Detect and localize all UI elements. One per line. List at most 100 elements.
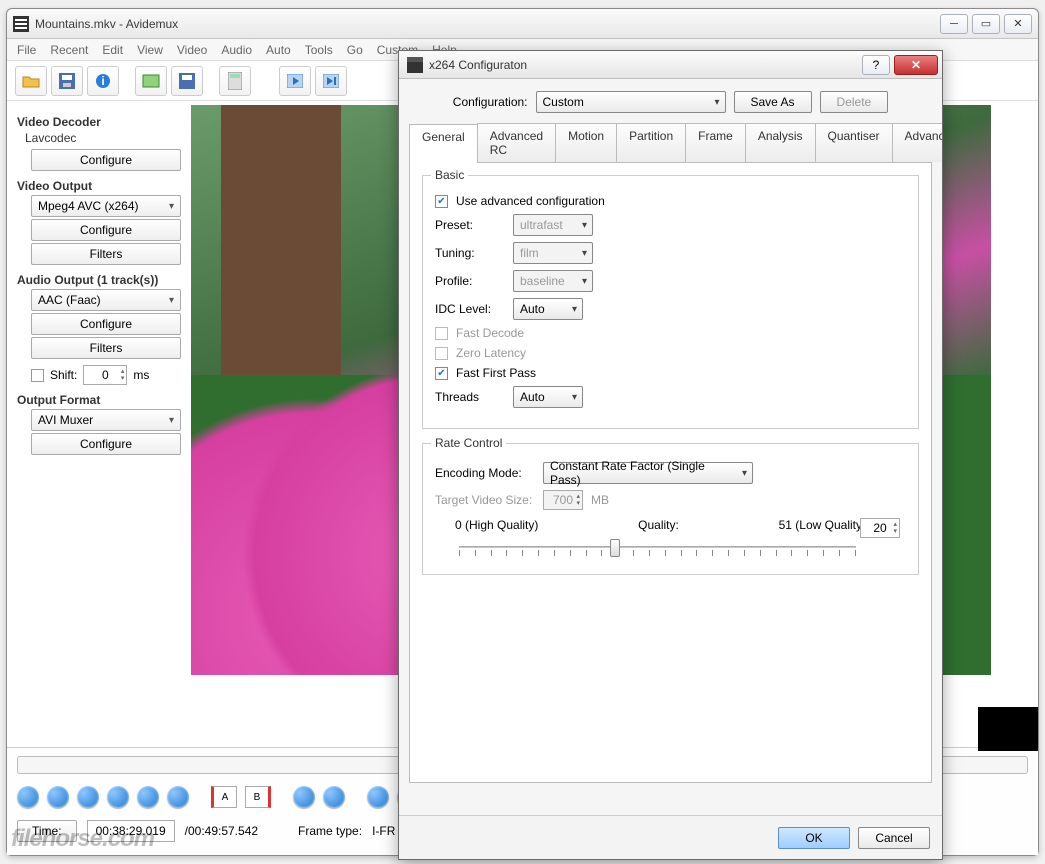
ok-button[interactable]: OK bbox=[778, 827, 850, 849]
video-output-combo[interactable]: Mpeg4 AVC (x264) bbox=[31, 195, 181, 217]
set-marker-b-button[interactable]: B bbox=[245, 786, 271, 808]
menu-recent[interactable]: Recent bbox=[50, 43, 88, 57]
video-decoder-value: Lavcodec bbox=[17, 131, 177, 145]
menu-go[interactable]: Go bbox=[347, 43, 363, 57]
minimize-button[interactable]: ─ bbox=[940, 14, 968, 34]
dialog-close-button[interactable]: ✕ bbox=[894, 55, 938, 75]
audio-output-configure-button[interactable]: Configure bbox=[31, 313, 181, 335]
target-size-label: Target Video Size: bbox=[435, 493, 535, 507]
configuration-value: Custom bbox=[543, 95, 584, 109]
shift-checkbox[interactable] bbox=[31, 369, 44, 382]
encoding-mode-value: Constant Rate Factor (Single Pass) bbox=[550, 459, 734, 487]
play-icon[interactable] bbox=[279, 66, 311, 96]
fast-decode-checkbox bbox=[435, 327, 448, 340]
quality-slider[interactable] bbox=[459, 536, 856, 560]
menu-audio[interactable]: Audio bbox=[221, 43, 252, 57]
shift-value: 0 bbox=[102, 368, 109, 382]
goto-start-button[interactable] bbox=[293, 786, 315, 808]
cancel-button[interactable]: Cancel bbox=[858, 827, 930, 849]
output-format-combo[interactable]: AVI Muxer bbox=[31, 409, 181, 431]
encoding-mode-label: Encoding Mode: bbox=[435, 466, 535, 480]
tab-analysis[interactable]: Analysis bbox=[745, 123, 816, 162]
quality-low-label: 0 (High Quality) bbox=[455, 518, 538, 532]
output-format-configure-button[interactable]: Configure bbox=[31, 433, 181, 455]
menu-view[interactable]: View bbox=[137, 43, 163, 57]
calculator-icon[interactable] bbox=[219, 66, 251, 96]
video-decoder-label: Video Decoder bbox=[17, 115, 177, 129]
tab-motion[interactable]: Motion bbox=[555, 123, 617, 162]
prev-black-button[interactable] bbox=[367, 786, 389, 808]
info-icon[interactable]: i bbox=[87, 66, 119, 96]
fast-decode-label: Fast Decode bbox=[456, 326, 524, 340]
goto-end-button[interactable] bbox=[323, 786, 345, 808]
menu-tools[interactable]: Tools bbox=[305, 43, 333, 57]
basic-legend: Basic bbox=[431, 168, 468, 182]
tab-frame[interactable]: Frame bbox=[685, 123, 746, 162]
tab-partition[interactable]: Partition bbox=[616, 123, 686, 162]
next-frame-button[interactable] bbox=[107, 786, 129, 808]
prev-keyframe-button[interactable] bbox=[137, 786, 159, 808]
quality-label: Quality: bbox=[638, 518, 679, 532]
save-as-button[interactable]: Save As bbox=[734, 91, 812, 113]
video-output-value: Mpeg4 AVC (x264) bbox=[38, 199, 139, 213]
menu-edit[interactable]: Edit bbox=[102, 43, 123, 57]
help-button[interactable]: ? bbox=[862, 55, 890, 75]
open-icon[interactable] bbox=[15, 66, 47, 96]
video-output-filters-button[interactable]: Filters bbox=[31, 243, 181, 265]
menu-video[interactable]: Video bbox=[177, 43, 207, 57]
rate-control-group: Rate Control Encoding Mode:Constant Rate… bbox=[422, 443, 919, 575]
audio-output-value: AAC (Faac) bbox=[38, 293, 101, 307]
tab-general[interactable]: General bbox=[409, 124, 478, 163]
play-range-icon[interactable] bbox=[315, 66, 347, 96]
tab-advanced-rc[interactable]: Advanced RC bbox=[477, 123, 556, 162]
idc-label: IDC Level: bbox=[435, 302, 505, 316]
sidebar: Video Decoder Lavcodec Configure Video O… bbox=[7, 101, 187, 747]
delete-button[interactable]: Delete bbox=[820, 91, 889, 113]
window-title: Mountains.mkv - Avidemux bbox=[35, 17, 178, 31]
save-icon[interactable] bbox=[51, 66, 83, 96]
shift-spinner[interactable]: 0 bbox=[83, 365, 127, 385]
video-output-configure-button[interactable]: Configure bbox=[31, 219, 181, 241]
quality-spinner[interactable]: 20 bbox=[860, 518, 900, 538]
x264-config-dialog: x264 Configuraton ? ✕ Configuration: Cus… bbox=[398, 50, 943, 860]
titlebar: Mountains.mkv - Avidemux ─ ▭ ✕ bbox=[7, 9, 1038, 39]
next-keyframe-button[interactable] bbox=[167, 786, 189, 808]
image-save-icon[interactable] bbox=[171, 66, 203, 96]
dialog-title: x264 Configuraton bbox=[429, 58, 527, 72]
set-marker-a-button[interactable]: A bbox=[211, 786, 237, 808]
output-format-value: AVI Muxer bbox=[38, 413, 93, 427]
threads-combo[interactable]: Auto bbox=[513, 386, 583, 408]
audio-output-filters-button[interactable]: Filters bbox=[31, 337, 181, 359]
menu-auto[interactable]: Auto bbox=[266, 43, 291, 57]
time-total: /00:49:57.542 bbox=[185, 824, 258, 838]
preview-corner bbox=[978, 707, 1038, 751]
tab-advanced[interactable]: Advanced bbox=[892, 123, 942, 162]
dialog-footer: OK Cancel bbox=[399, 815, 942, 859]
prev-frame-button[interactable] bbox=[77, 786, 99, 808]
dialog-titlebar: x264 Configuraton ? ✕ bbox=[399, 51, 942, 79]
target-size-spinner: 700 bbox=[543, 490, 583, 510]
encoding-mode-combo[interactable]: Constant Rate Factor (Single Pass) bbox=[543, 462, 753, 484]
image-open-icon[interactable] bbox=[135, 66, 167, 96]
audio-output-combo[interactable]: AAC (Faac) bbox=[31, 289, 181, 311]
quality-slider-thumb[interactable] bbox=[610, 539, 620, 557]
preset-label: Preset: bbox=[435, 218, 505, 232]
profile-value: baseline bbox=[520, 274, 565, 288]
zero-latency-label: Zero Latency bbox=[456, 346, 526, 360]
maximize-button[interactable]: ▭ bbox=[972, 14, 1000, 34]
play-button[interactable] bbox=[17, 786, 39, 808]
use-advanced-checkbox[interactable] bbox=[435, 195, 448, 208]
preset-combo: ultrafast bbox=[513, 214, 593, 236]
idc-combo[interactable]: Auto bbox=[513, 298, 583, 320]
stop-button[interactable] bbox=[47, 786, 69, 808]
idc-value: Auto bbox=[520, 302, 545, 316]
audio-output-label: Audio Output (1 track(s)) bbox=[17, 273, 177, 287]
menu-file[interactable]: File bbox=[17, 43, 36, 57]
tab-quantiser[interactable]: Quantiser bbox=[815, 123, 893, 162]
video-decoder-configure-button[interactable]: Configure bbox=[31, 149, 181, 171]
configuration-combo[interactable]: Custom bbox=[536, 91, 726, 113]
close-button[interactable]: ✕ bbox=[1004, 14, 1032, 34]
fast-first-pass-checkbox[interactable] bbox=[435, 367, 448, 380]
threads-label: Threads bbox=[435, 390, 505, 404]
threads-value: Auto bbox=[520, 390, 545, 404]
